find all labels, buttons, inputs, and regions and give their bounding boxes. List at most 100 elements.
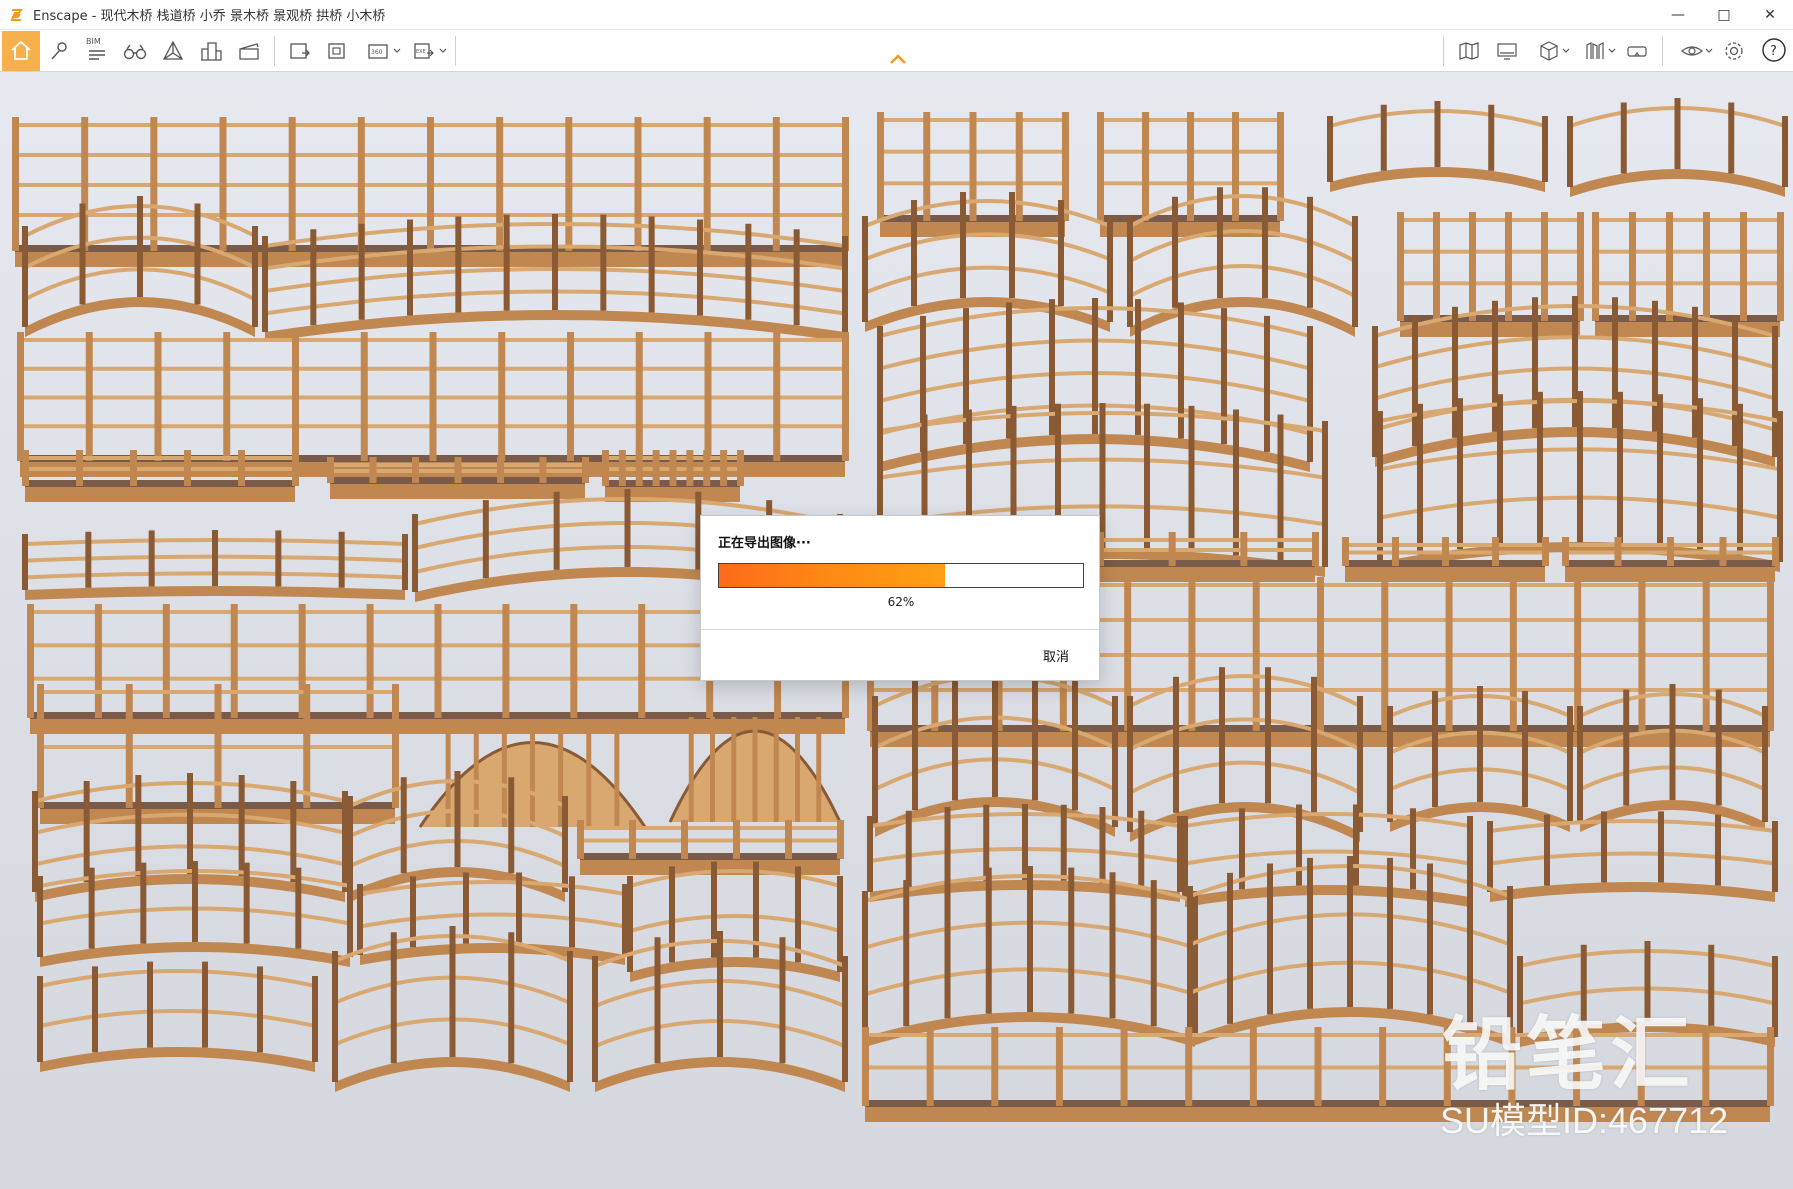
bridge-part [238,775,245,876]
bridge-part [1623,689,1630,806]
bridge-part [30,718,845,734]
bridge-part [905,810,912,887]
bridge-part [1595,218,1780,222]
bridge-part [22,226,28,327]
bim-mode-button[interactable]: BIM [78,33,116,69]
bridge-part [335,1057,570,1092]
bridge-part [1577,391,1583,542]
bridge-part [1277,112,1284,221]
bridge-part [1427,863,1433,1015]
enscape-window: Enscape - 现代木桥 栈道桥 小乔 景木桥 景观桥 拱桥 小木桥 — □… [0,0,1793,1189]
bridge-part [434,604,442,718]
bridge-part [223,332,231,461]
batch-render-button[interactable] [319,33,357,69]
bridge-part [1058,200,1064,306]
bridge-part [85,332,93,461]
pin-icon [51,41,67,59]
panorama-button[interactable]: 360 [357,33,403,69]
bridge-part [295,867,302,949]
bridge-part [463,872,469,944]
help-icon[interactable]: ? [1761,37,1787,63]
bridge-part [600,214,607,311]
monitor-button[interactable] [1488,33,1526,69]
bridge-part [703,450,711,486]
close-button[interactable]: ✕ [1747,0,1793,30]
svg-text:EXE: EXE [416,49,426,55]
bridge-part [1658,811,1664,883]
bridge-part [455,216,462,313]
bridge-part [1772,956,1778,1037]
watermark-model-id: SU模型ID:467712 [1440,1100,1729,1141]
arched-bridge-model [1127,187,1358,337]
dialog-title: 正在导出图像··· [718,536,811,551]
bridge-part [553,491,560,570]
bridge-part [635,450,643,486]
bridge-part [257,966,263,1053]
bridge-part [1138,810,1145,887]
bridge-part [265,310,845,342]
bridge-part [1410,808,1416,890]
bridge-part [88,867,95,949]
bridge-part [720,450,728,486]
bridge-part [1544,814,1550,886]
buildings-button[interactable] [192,33,230,69]
maximize-button[interactable]: □ [1701,0,1747,30]
chevron-down-icon [1705,48,1713,53]
walk-mode-button[interactable] [116,33,154,69]
settings-button[interactable] [1715,33,1753,69]
bridge-part [1352,216,1358,327]
collapse-toolbar-chevron-icon[interactable] [888,52,908,66]
view-pin-button[interactable] [40,33,78,69]
toolbar-left-group: BIM 360 EXE [0,30,462,72]
bridge-part [154,332,162,461]
map-button[interactable] [1450,33,1488,69]
bridge-part [39,1009,316,1028]
bridge-part [1434,101,1441,167]
bridge-part [618,450,626,486]
bridge-part [1188,405,1195,552]
arched-bridge-model [37,861,353,967]
bridge-part [1595,249,1780,254]
bridge-part [745,223,752,320]
bridge-part [1380,104,1387,171]
minimize-button[interactable]: — [1655,0,1701,30]
bridge-part [1172,196,1178,308]
bridge-part [369,457,377,483]
screenshot-button[interactable] [281,33,319,69]
asset-library-button[interactable] [1572,33,1618,69]
bridge-part [704,332,712,461]
bridge-part [1265,667,1271,804]
bridge-part [357,884,363,955]
vr-headset-button[interactable] [1618,33,1656,69]
bridge-part [1311,676,1317,813]
bridge-part [1397,212,1404,321]
export-button[interactable]: EXE [403,33,449,69]
bridge-part [1252,577,1260,731]
video-editor-button[interactable] [230,33,268,69]
bridge-part [427,117,434,251]
title-bar: Enscape - 现代木桥 栈道桥 小乔 景木桥 景观桥 拱桥 小木桥 — □… [0,0,1793,30]
bridge-part [192,861,198,942]
perspective-button[interactable] [154,33,192,69]
bridge-part [1188,577,1196,731]
bridge-part [147,961,153,1048]
bridge-part [1567,706,1573,822]
watermark-brand: 铅笔汇 [1442,1008,1694,1101]
bridge-part [602,450,609,486]
bridge-part [1120,1027,1128,1106]
bridge-part [842,956,848,1082]
bridge-part [985,867,992,1014]
visibility-button[interactable] [1669,33,1715,69]
object-button[interactable] [1526,33,1572,69]
bridge-part [516,872,522,944]
bridge-part [1262,187,1268,299]
home-button[interactable] [2,30,40,71]
cancel-button[interactable]: 取消 [1043,646,1069,665]
bridge-part [1392,537,1399,566]
bridge-part [1314,1027,1322,1106]
bridge-part [497,457,504,483]
bridge-part [944,872,951,1019]
bridge-part [1307,196,1313,308]
bridge-part [429,332,437,461]
bridge-part [1767,577,1774,731]
